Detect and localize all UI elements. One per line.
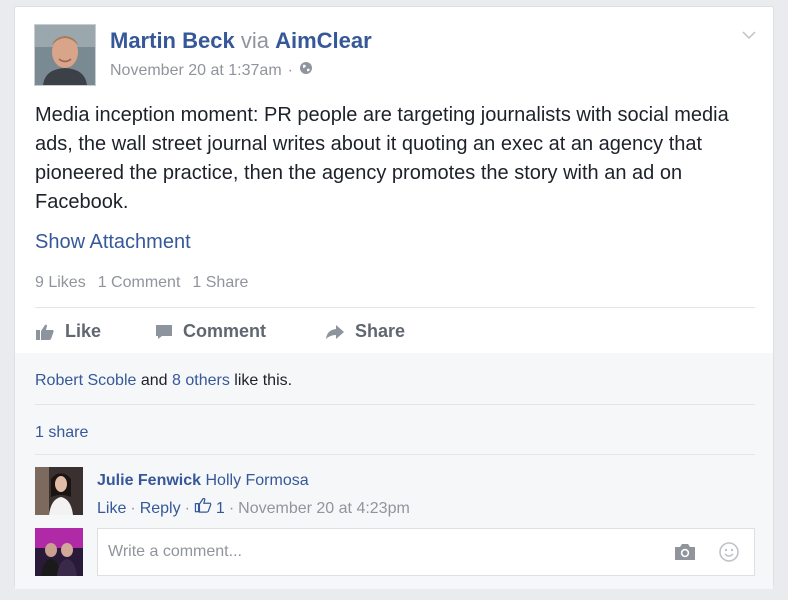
globe-icon[interactable] xyxy=(299,61,313,81)
comment-reply-link[interactable]: Reply xyxy=(140,498,181,520)
comment-text[interactable]: Holly Formosa xyxy=(206,472,309,489)
comment-separator: · xyxy=(228,499,235,517)
post-stats: 9 Likes 1 Comment 1 Share xyxy=(35,274,248,292)
like-button[interactable]: Like xyxy=(35,321,155,342)
like-this-label: like this. xyxy=(234,372,293,389)
shares-count[interactable]: 1 Share xyxy=(192,274,248,292)
thumbs-up-icon xyxy=(35,323,55,341)
comment-button[interactable]: Comment xyxy=(155,321,325,342)
comments-count[interactable]: 1 Comment xyxy=(98,274,181,292)
comment-actions: Like · Reply · 1 · November 20 at 4:23pm xyxy=(97,497,410,520)
chevron-down-icon[interactable] xyxy=(741,27,757,43)
comment-like-count[interactable]: 1 xyxy=(216,498,225,520)
post-header: Martin Beck via AimClear xyxy=(110,28,372,54)
commenter-avatar[interactable] xyxy=(35,467,83,515)
divider xyxy=(35,454,755,455)
post-timestamp[interactable]: November 20 at 1:37am xyxy=(110,61,282,81)
likes-summary: Robert Scoble and 8 others like this. xyxy=(35,371,292,391)
smiley-icon[interactable] xyxy=(718,541,740,568)
others-link[interactable]: 8 others xyxy=(172,372,230,389)
comment-like-link[interactable]: Like xyxy=(97,498,126,520)
share-count-link[interactable]: 1 share xyxy=(35,423,88,443)
share-label: Share xyxy=(355,321,406,341)
show-attachment-link[interactable]: Show Attachment xyxy=(35,229,191,255)
author-name[interactable]: Martin Beck xyxy=(110,28,235,53)
liker-name-link[interactable]: Robert Scoble xyxy=(35,372,136,389)
page-name[interactable]: AimClear xyxy=(275,28,372,53)
like-label: Like xyxy=(65,321,102,341)
author-avatar[interactable] xyxy=(34,24,96,86)
comment-separator: · xyxy=(130,499,136,517)
likes-count[interactable]: 9 Likes xyxy=(35,274,86,292)
comment-separator: · xyxy=(184,499,190,517)
divider xyxy=(35,404,755,405)
post-text: Media inception moment: PR people are ta… xyxy=(35,104,729,213)
post-meta: November 20 at 1:37am · xyxy=(110,61,313,81)
comment-body: Julie Fenwick Holly Formosa xyxy=(97,470,309,492)
via-label: via xyxy=(240,28,269,53)
divider xyxy=(35,307,755,308)
share-arrow-icon xyxy=(325,324,345,340)
comment-label: Comment xyxy=(183,321,267,341)
post-actions: Like Comment Share xyxy=(35,321,405,342)
comment-icon xyxy=(155,324,173,340)
current-user-avatar[interactable] xyxy=(35,528,83,576)
comment-input[interactable] xyxy=(106,542,650,562)
and-label: and xyxy=(140,372,168,389)
share-button[interactable]: Share xyxy=(325,321,405,342)
meta-separator: · xyxy=(287,62,293,79)
comment-composer xyxy=(97,528,755,576)
comment-author[interactable]: Julie Fenwick xyxy=(97,472,201,489)
camera-icon[interactable] xyxy=(674,543,696,566)
comment-timestamp[interactable]: November 20 at 4:23pm xyxy=(238,498,410,520)
post-card: Martin Beck via AimClear November 20 at … xyxy=(14,6,774,589)
comment-thumbs-up-icon[interactable] xyxy=(194,497,212,520)
